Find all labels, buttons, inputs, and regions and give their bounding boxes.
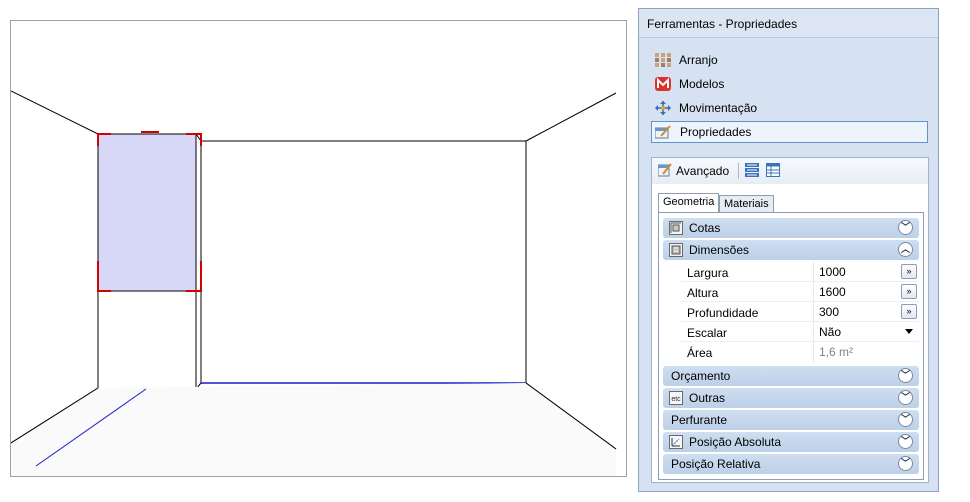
property-row-altura: Altura 1600 » (663, 282, 919, 302)
property-value[interactable]: 1000 (819, 265, 846, 279)
ellipsis-button[interactable]: » (901, 304, 917, 319)
escalar-select[interactable]: Não (819, 325, 841, 339)
tab-materiais[interactable]: Materiais (719, 195, 774, 213)
nav-label: Propriedades (680, 125, 752, 139)
group-label: Outras (689, 391, 726, 405)
column-divider (813, 322, 814, 342)
group-posicao-absoluta[interactable]: Posição Absoluta ﹀ (663, 432, 919, 452)
nav-label: Arranjo (679, 53, 718, 67)
dimensions-icon (669, 243, 683, 257)
etc-icon: etc (669, 391, 683, 405)
property-label: Área (687, 346, 713, 360)
property-label: Largura (687, 266, 729, 280)
geometria-tab-body: Cotas ﹀ Dimensões ︿ Largura 1000 » Altur… (658, 212, 924, 480)
property-row-profundidade: Profundidade 300 » (663, 302, 919, 322)
floor-area (11, 383, 616, 476)
tab-geometria[interactable]: Geometria (658, 193, 720, 213)
group-label: Perfurante (671, 413, 728, 427)
group-label: Orçamento (671, 369, 731, 383)
group-dimensoes[interactable]: Dimensões ︿ (663, 240, 919, 260)
expand-chevron-icon[interactable]: ﹀ (898, 456, 913, 471)
column-divider (813, 282, 814, 302)
property-label: Profundidade (687, 306, 759, 320)
property-value[interactable]: 1600 (819, 285, 846, 299)
expand-chevron-icon[interactable]: ﹀ (898, 412, 913, 427)
expand-chevron-icon[interactable]: ﹀ (898, 390, 913, 405)
tools-properties-panel: Ferramentas - Propriedades Arranjo Model… (638, 8, 939, 492)
nav-item-propriedades[interactable]: Propriedades (651, 121, 928, 143)
panel-titlebar: Ferramentas - Propriedades (639, 9, 938, 38)
property-label: Escalar (687, 326, 728, 340)
nav-item-movimentacao[interactable]: Movimentação (651, 97, 928, 119)
panel-title: Ferramentas - Propriedades (647, 17, 798, 31)
expand-chevron-icon[interactable]: ﹀ (898, 434, 913, 449)
collapse-chevron-icon[interactable]: ︿ (898, 242, 913, 257)
grid-icon (655, 53, 671, 67)
ceiling-edge-left (11, 90, 99, 135)
dropdown-arrow-icon[interactable] (905, 329, 913, 334)
models-icon (655, 77, 671, 91)
property-value-readonly: 1,6 m² (819, 345, 854, 359)
subpanel-toolbar: Avançado (652, 158, 928, 184)
group-label: Posição Relativa (671, 457, 761, 471)
column-divider (813, 302, 814, 322)
properties-subpanel: Avançado Geometria Materiais Cotas ﹀ Dim… (651, 157, 929, 483)
ellipsis-button[interactable]: » (901, 284, 917, 299)
property-value[interactable]: 300 (819, 305, 839, 319)
nav-label: Movimentação (679, 101, 758, 115)
move-icon (655, 101, 671, 115)
nav-item-modelos[interactable]: Modelos (651, 73, 928, 95)
column-divider (813, 262, 814, 282)
toolbar-separator (738, 163, 739, 179)
selected-module (97, 133, 197, 292)
expand-chevron-icon[interactable]: ﹀ (898, 368, 913, 383)
dimension-lines-icon (669, 221, 683, 235)
svg-text:etc: etc (671, 396, 681, 403)
property-row-area: Área 1,6 m² (663, 342, 919, 362)
property-row-largura: Largura 1000 » (663, 262, 919, 282)
tab-label: Geometria (663, 196, 715, 208)
group-posicao-relativa[interactable]: Posição Relativa ﹀ (663, 454, 919, 474)
advanced-label[interactable]: Avançado (676, 164, 729, 178)
group-orcamento[interactable]: Orçamento ﹀ (663, 366, 919, 386)
expand-chevron-icon[interactable]: ﹀ (898, 220, 913, 235)
room-scene (11, 90, 617, 476)
3d-viewport[interactable] (10, 20, 627, 477)
table-view-icon[interactable] (766, 163, 780, 177)
absolute-position-icon (669, 435, 683, 449)
group-perfurante[interactable]: Perfurante ﹀ (663, 410, 919, 430)
group-outras[interactable]: etc Outras ﹀ (663, 388, 919, 408)
column-divider (813, 342, 814, 362)
group-label: Dimensões (689, 243, 750, 257)
tab-label: Materiais (724, 198, 769, 210)
back-wall (200, 140, 527, 384)
group-cotas[interactable]: Cotas ﹀ (663, 218, 919, 238)
nav-item-arranjo[interactable]: Arranjo (651, 49, 928, 71)
properties-icon (655, 125, 671, 139)
nav-label: Modelos (679, 77, 725, 91)
ceiling-edge-right (525, 92, 617, 142)
categorized-view-icon[interactable] (745, 163, 759, 177)
group-label: Cotas (689, 221, 721, 235)
group-label: Posição Absoluta (689, 435, 782, 449)
property-row-escalar: Escalar Não (663, 322, 919, 342)
property-label: Altura (687, 286, 719, 300)
ellipsis-button[interactable]: » (901, 264, 917, 279)
advanced-icon[interactable] (658, 163, 672, 177)
